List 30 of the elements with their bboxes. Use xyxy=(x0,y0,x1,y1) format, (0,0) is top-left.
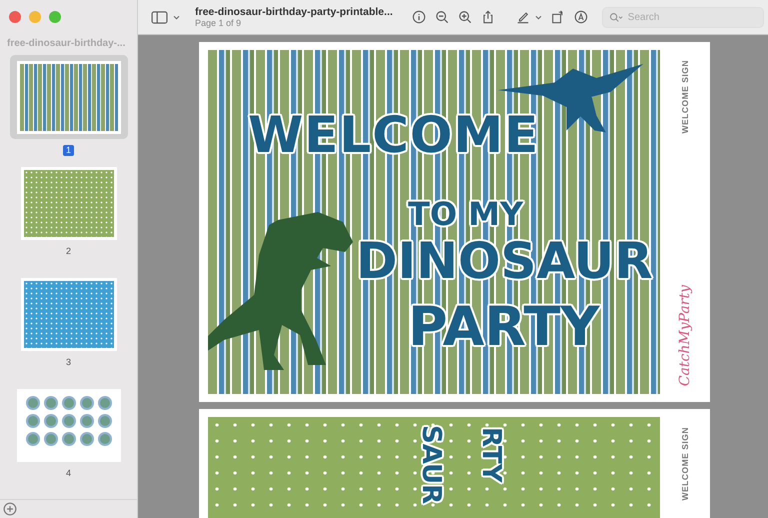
pen-icon[interactable] xyxy=(516,10,530,24)
page-number: 1 xyxy=(62,145,74,156)
brand-logo: CatchMyParty xyxy=(677,284,693,386)
rotate-icon[interactable] xyxy=(550,10,565,24)
chevron-down-icon[interactable] xyxy=(173,14,180,20)
page-info: Page 1 of 9 xyxy=(195,18,242,28)
heading-text: SAUR xyxy=(418,425,444,504)
thumbnail-selection[interactable] xyxy=(10,55,128,139)
side-label: WELCOME SIGN xyxy=(680,60,690,134)
zoom-in-icon[interactable] xyxy=(458,10,472,24)
sidebar-toggle-icon[interactable] xyxy=(151,10,168,24)
page-thumbnail[interactable] xyxy=(20,166,116,240)
zoom-out-icon[interactable] xyxy=(434,10,449,24)
page-number: 2 xyxy=(64,246,72,257)
chevron-down-icon[interactable] xyxy=(534,14,542,20)
side-label: WELCOME SIGN xyxy=(680,427,690,501)
info-icon[interactable] xyxy=(412,10,426,24)
sidebar-title: free-dinosaur-birthday-... xyxy=(6,37,126,49)
add-icon[interactable] xyxy=(3,502,17,516)
markup-icon[interactable] xyxy=(574,10,588,24)
page-thumbnail[interactable] xyxy=(16,388,120,462)
page-number: 3 xyxy=(64,357,72,368)
share-icon[interactable] xyxy=(480,10,495,24)
document-title: free-dinosaur-birthday-party-printable... xyxy=(195,6,393,18)
heading-text: RTY xyxy=(478,427,504,482)
page-thumbnail[interactable] xyxy=(20,278,116,350)
page-thumbnail[interactable] xyxy=(16,60,120,134)
close-window-icon[interactable] xyxy=(9,11,21,23)
search-field[interactable]: Search xyxy=(602,6,764,28)
page-number: 4 xyxy=(64,468,72,479)
